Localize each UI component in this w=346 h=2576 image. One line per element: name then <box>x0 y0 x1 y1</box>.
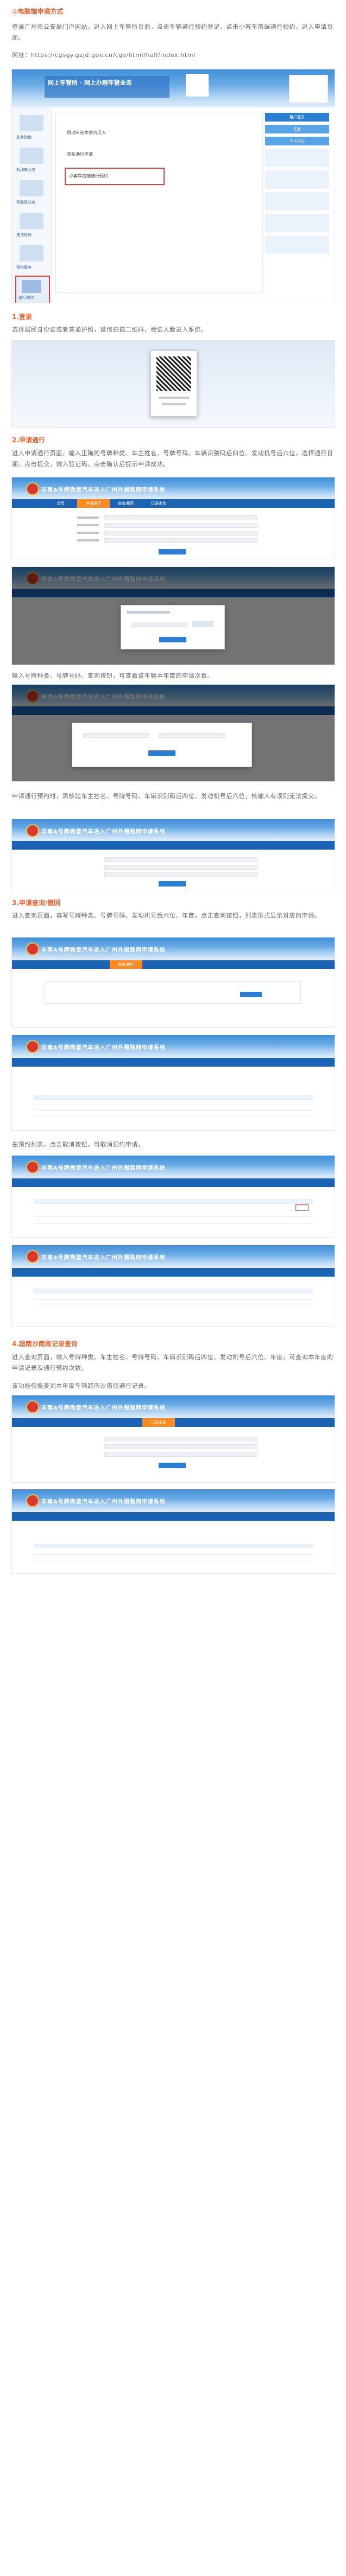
section-heading-record: 4.超南沙南段记录查询 <box>12 1340 78 1348</box>
highlighted-menu-item[interactable]: 小客车南端通行预约 <box>65 168 165 185</box>
license-icon <box>20 180 43 196</box>
section-heading-query: 3.申请查询/撤回 <box>12 899 61 907</box>
query-paragraph-1: 进入查询页面，填写号牌种类、号牌号码、发动机号后六位、年度，点击查询按钮，列表形… <box>12 912 321 919</box>
emblem-icon <box>26 1494 39 1507</box>
car-icon <box>20 115 43 131</box>
side-item[interactable]: 违法处理 <box>16 232 32 238</box>
tab-apply[interactable]: 申请通行 <box>77 499 110 508</box>
emblem-icon <box>26 1250 39 1263</box>
menu-item[interactable]: 货车通行申请 <box>67 151 93 157</box>
query-form-screenshot: 非南A号牌微型汽车进入广州外围路网申请系统 查询/撤回 <box>12 938 335 1027</box>
query-button[interactable] <box>159 1463 186 1468</box>
article-page: ◎电脑端申请方式 登录广州市公安局门户网站，进入网上车管所页面，点击车辆通行预约… <box>0 0 346 2576</box>
apply-paragraph-3: 申请通行预约时，需核验车主姓名、号牌号码、车辆识别码后四位、发动机号后六位，核输… <box>12 793 321 800</box>
apply-paragraph-2: 输入号牌种类、号牌号码，查询按钮，可查看该车辆本年度的申请次数。 <box>12 672 214 679</box>
emblem-icon <box>26 1040 39 1053</box>
side-item[interactable]: 预约服务 <box>16 265 32 270</box>
portal-banner-title: 网上车管所 · 网上办理车管业务 <box>48 79 132 86</box>
vin-field[interactable] <box>104 538 257 543</box>
cancel-list-screenshot: 非南A号牌微型汽车进入广州外围路网申请系统 <box>12 1156 335 1237</box>
apply-paragraph-1: 进入申请通行页面，输入正确的号牌种类、车主姓名、号牌号码、车辆识别码后四位、发动… <box>12 450 334 468</box>
violation-icon <box>20 213 43 229</box>
login-panel <box>289 75 328 103</box>
portal-right-column: 用户登录 注册 个人中心 <box>265 113 329 292</box>
emblem-icon <box>26 1400 39 1413</box>
portal-sidebar: 业务指南 机动车业务 驾驶证业务 违法处理 预约服务 通行预约 <box>12 107 52 303</box>
query-button[interactable] <box>148 750 175 756</box>
right-button[interactable]: 用户登录 <box>265 113 329 122</box>
login-paragraph: 选择居民身份证或者普通护照，微信扫描二维码，验证人脸进入系统。 <box>12 326 207 333</box>
owner-name-field[interactable] <box>104 523 257 528</box>
qr-login-modal <box>150 350 197 417</box>
qr-code-icon[interactable] <box>156 356 191 391</box>
login-screenshot <box>12 341 335 428</box>
apply-form-screenshot: 非南A号牌微型汽车进入广州外围路网申请系统 首页 申请通行 查询/撤回 记录查询 <box>12 477 335 559</box>
captcha-screenshot: 非南A号牌微型汽车进入广州外围路网申请系统 <box>12 567 335 665</box>
record-paragraph-1: 进入查询页面，输入号牌种类、车主姓名、号牌号码、车辆识别码后四位、发动机号后六位… <box>12 1354 334 1372</box>
emblem-icon <box>26 824 39 837</box>
menu-item[interactable]: 机动车在本省内迁入 <box>67 130 106 136</box>
right-button[interactable]: 注册 <box>265 125 329 133</box>
confirm-button[interactable] <box>159 637 186 642</box>
plate-number-field[interactable] <box>104 531 257 535</box>
system-nav: 首页 申请通行 查询/撤回 记录查询 <box>12 499 335 508</box>
tab-record[interactable]: 记录查询 <box>142 499 175 508</box>
side-item[interactable]: 业务指南 <box>16 135 32 140</box>
record-form-screenshot: 非南A号牌微型汽车进入广州外围路网申请系统 记录查询 <box>12 1395 335 1482</box>
traffic-icon <box>22 280 41 293</box>
motorcycle-icon <box>20 148 43 164</box>
calendar-icon <box>20 245 43 262</box>
record-paragraph-2: 该功能仅能查询本年度车辆超南沙南段通行记录。 <box>12 1382 151 1389</box>
section-heading-login: 1.登录 <box>12 313 32 321</box>
intro-paragraph: 登录广州市公安局门户网站，进入网上车管所页面，点击车辆通行预约登记，点击小客车南… <box>12 23 334 41</box>
portal-screenshot: 网上车管所 · 网上办理车管业务 业务指南 机动车业务 驾驶证业务 违法处理 预… <box>12 69 335 303</box>
portal-url[interactable]: 网址：https://cgsgy.gzjd.gov.cn/cgs/html/ha… <box>12 50 335 61</box>
plate-type-field[interactable] <box>83 733 149 738</box>
tab-query[interactable]: 查询/撤回 <box>110 499 142 508</box>
validation-screenshot: 非南A号牌微型汽车进入广州外围路网申请系统 <box>12 819 335 890</box>
plate-number-field[interactable] <box>159 733 225 738</box>
tab-home[interactable]: 首页 <box>45 499 77 508</box>
captcha-input[interactable] <box>132 622 187 627</box>
captcha-image[interactable] <box>192 621 213 627</box>
side-item[interactable]: 机动车业务 <box>16 167 35 173</box>
system-banner-title: 非南A号牌微型汽车进入广州外围路网申请系统 <box>41 487 166 493</box>
cancel-button[interactable] <box>295 1204 309 1211</box>
portal-banner: 网上车管所 · 网上办理车管业务 <box>12 69 335 107</box>
side-item[interactable]: 驾驶证业务 <box>16 200 35 205</box>
emblem-icon <box>26 1161 39 1174</box>
count-query-screenshot: 非南A号牌微型汽车进入广州外围路网申请系统 <box>12 685 335 781</box>
cancel-confirm-screenshot: 非南A号牌微型汽车进入广州外围路网申请系统 <box>12 1245 335 1327</box>
query-results-screenshot: 非南A号牌微型汽车进入广州外围路网申请系统 <box>12 1035 335 1130</box>
submit-button[interactable] <box>159 549 186 554</box>
right-button[interactable]: 个人中心 <box>265 137 329 145</box>
count-query-modal <box>72 723 252 767</box>
emblem-icon <box>26 942 39 955</box>
article-title: ◎电脑端申请方式 <box>12 8 64 15</box>
query-button[interactable] <box>240 992 262 997</box>
qr-code-icon <box>186 74 209 97</box>
plate-type-field[interactable] <box>104 515 257 520</box>
query-paragraph-2: 在预约列表，点击取消按钮，可取消预约申请。 <box>12 1141 144 1148</box>
section-heading-apply: 2.申请通行 <box>12 436 45 444</box>
emblem-icon <box>26 482 39 495</box>
captcha-modal <box>121 605 225 649</box>
selected-side-item[interactable]: 通行预约 <box>15 276 50 303</box>
portal-menu-panel: 机动车在本省内迁入 货车通行申请 小客车南端通行预约 <box>55 113 263 293</box>
record-results-screenshot: 非南A号牌微型汽车进入广州外围路网申请系统 <box>12 1489 335 1573</box>
